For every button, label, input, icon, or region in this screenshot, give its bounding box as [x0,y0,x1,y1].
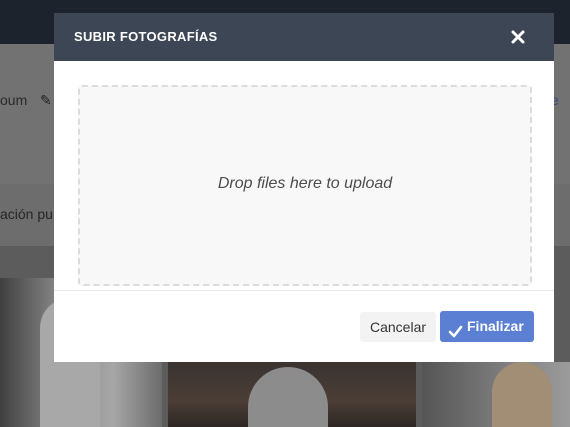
upload-photos-modal: SUBIR FOTOGRAFÍAS Drop files here to upl… [54,13,554,362]
edit-pencil-icon[interactable]: ✎ [40,92,52,109]
file-dropzone[interactable]: Drop files here to upload [78,85,532,286]
modal-header: SUBIR FOTOGRAFÍAS [54,13,554,61]
modal-title: SUBIR FOTOGRAFÍAS [74,29,218,44]
modal-divider [54,290,554,291]
album-title-text: oum [0,92,28,108]
gallery-photo[interactable] [168,362,416,427]
finish-button[interactable]: Finalizar [440,311,534,342]
cancel-button[interactable]: Cancelar [360,312,436,342]
finish-button-label: Finalizar [467,318,524,334]
dropzone-text: Drop files here to upload [217,175,393,192]
publication-text: ación pu [0,206,53,222]
close-icon[interactable] [506,25,530,49]
gallery-photo[interactable] [422,362,570,427]
check-icon [448,319,463,350]
